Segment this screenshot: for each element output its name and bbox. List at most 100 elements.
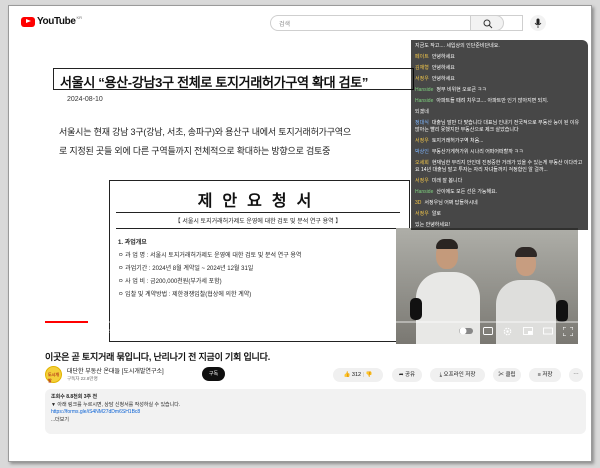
microphone-left [410, 298, 422, 320]
document-body: 서울시는 현재 강남 3구(강남, 서초, 송파구)와 용산구 내에서 토지거래… [59, 123, 419, 161]
chat-text: 정부 비위현 오로큰 ㅋㅋ [436, 87, 487, 93]
description-line: ▼ 아래 링크를 누르시면, 상담 신청서를 작성하실 수 있습니다. [51, 401, 181, 408]
playlist-add-icon: ≡ [537, 372, 541, 378]
chat-text: 대출님 말만 다 맞습니다 대표님 인내기 전국적으로 부동산 능이 된 이유 … [415, 120, 580, 133]
proposal-item: ㅇ 입찰 및 계약방법 : 제한경쟁입찰(협상에 의한 계약) [118, 292, 252, 298]
share-button[interactable]: ➦ 공유 [392, 368, 422, 382]
chat-message: 서정우 미래 잘 봅니다 [415, 178, 584, 185]
chat-message: 3D 서정우님 어쩌 답들하시네 [415, 200, 584, 207]
chat-message: Hanside 아파트들 때려 치우고.... 아파트만 인기 많아지면 되지. [415, 98, 584, 105]
more-actions-button[interactable]: ⋯ [569, 368, 583, 382]
settings-icon[interactable] [503, 327, 512, 336]
chat-message: 박상인 부동산가게허가위 시나리 어떠어떠할까 ㅋㅋ [415, 149, 584, 156]
show-more-link[interactable]: ...더보기 [51, 417, 580, 425]
chat-message: 서정우 알로 [415, 211, 584, 218]
channel-name[interactable]: 대단한 부동산 온대들 [도시개발연구소] [67, 366, 164, 375]
video-player[interactable]: 서울시 “용산-강남3구 전체로 토지거래허가구역 확대 검토” 2024-08… [39, 40, 588, 345]
chat-author: 서정우 [415, 138, 429, 144]
thumbs-down-icon[interactable]: 👎 [366, 372, 373, 378]
chat-author: Hanside [415, 87, 434, 93]
chat-text: 서정우님 어쩌 답들하시네 [424, 200, 478, 206]
avatar-text: 도시개발 [48, 372, 60, 383]
chat-message: Hanside 정부 비위현 오로큰 ㅋㅋ [415, 87, 584, 94]
more-icon: ⋯ [573, 372, 579, 378]
subscribe-button[interactable]: 구독 [202, 367, 225, 381]
chat-text: 되겠네 [415, 109, 429, 115]
document-date: 2024-08-10 [67, 96, 103, 103]
play-icon[interactable] [52, 327, 60, 336]
chat-message: 지금도 작고.... 세입상의 인단준비단네요. [415, 43, 584, 50]
save-button[interactable]: ≡ 저장 [529, 368, 561, 382]
miniplayer-icon[interactable] [523, 327, 533, 335]
chat-author: 페이트 [415, 54, 429, 60]
progress-fill [45, 321, 88, 323]
clip-button[interactable]: ✂ 클립 [493, 368, 521, 382]
chat-message: 김재형 안녕하세요 [415, 65, 584, 72]
download-icon: ⤓ [439, 372, 442, 378]
chat-message: 서정우 안녕하세요 [415, 76, 584, 83]
share-icon: ➦ [398, 372, 404, 378]
proposal-list: 1. 과업개요 ㅇ 과 업 명 : 서울시 토지거래허가제도 운영에 대한 검토… [118, 237, 301, 302]
theater-mode-icon[interactable] [543, 327, 553, 335]
autoplay-toggle-icon[interactable] [459, 327, 473, 335]
chat-text: 알로 [431, 211, 442, 217]
search-button[interactable] [470, 15, 504, 31]
chat-author: Hanside [415, 189, 434, 195]
subscriber-count: 구독자 22.8만명 [67, 376, 98, 381]
chat-author: 정대식 [415, 120, 429, 126]
thumbs-up-icon[interactable]: 👍 [344, 372, 351, 378]
like-dislike-buttons[interactable]: 👍 312 | 👎 [333, 368, 383, 382]
document-line: 로 지정된 곳들 외에 다른 구역들까지 전체적으로 확대하는 방향으로 검토중 [59, 146, 331, 156]
microphone-icon [534, 18, 542, 28]
voice-search-button[interactable] [530, 15, 546, 31]
clip-label: 클립 [505, 372, 516, 378]
chat-text: 부동산가게허가위 시나리 어떠어떠할까 ㅋㅋ [431, 149, 524, 155]
chat-text: 토지거래허가구역 처음... [431, 138, 484, 144]
proposal-title: 제안요청서 [197, 193, 322, 210]
play-logo-icon [21, 16, 35, 27]
description-box[interactable]: 조회수 8.8천회 3주 전 ▼ 아래 링크를 누르시면, 상담 신청서를 작성… [45, 389, 586, 434]
document-title: 서울시 “용산-강남3구 전체로 토지거래허가구역 확대 검토” [53, 68, 414, 90]
chat-text: 지금도 작고.... 세입상의 인단준비단네요. [415, 43, 500, 49]
logo-country: KR [76, 15, 83, 20]
chat-message: Hanside 산이에도 모든 선은 가능해요. [415, 189, 584, 196]
chat-message: 있는 안녕하세요! [415, 222, 584, 229]
chat-author: 3D [415, 200, 422, 206]
chat-text: 현재님한 무리지 안인데 진정중한 거래가 있을 수 있는게 부동산 이다라고요… [415, 160, 583, 173]
progress-bar[interactable] [45, 321, 582, 323]
document-line: 서울시는 현재 강남 3구(강남, 서초, 송파구)와 용산구 내에서 토지거래… [59, 127, 351, 137]
proposal-item: 1. 과업개요 [118, 240, 147, 246]
next-icon[interactable] [70, 327, 78, 336]
offline-save-button[interactable]: ⤓ 오프라인 저장 [430, 368, 485, 382]
chat-author: 김재형 [415, 65, 429, 71]
chat-author: 서정우 [415, 211, 429, 217]
chat-text: 산이에도 모든 선은 가능해요. [436, 189, 498, 195]
youtube-logo[interactable]: YouTube KR [21, 15, 83, 27]
chat-text: 안녕하세요 [431, 54, 455, 60]
proposal-item: ㅇ 과 업 명 : 서울시 토지거래허가제도 운영에 대한 검토 및 분석 연구… [118, 253, 302, 259]
live-chat-overlay: 지금도 작고.... 세입상의 인단준비단네요. 페이트 안녕하세요 김재형 안녕하세요… [411, 40, 588, 230]
like-count: 312 [351, 372, 362, 378]
proposal-box: 제안요청서 【 서울시 토지거래허가제도 운영에 대한 검토 및 분석 연구 용… [109, 180, 410, 342]
offline-label: 오프라인 저장 [443, 372, 476, 378]
channel-avatar[interactable]: 도시개발 [45, 366, 62, 383]
subtitles-icon[interactable] [483, 327, 493, 335]
chat-author: 오세희 [415, 160, 429, 166]
form-link[interactable]: https://forms.gle/iS4NM27dDm6SH1Bc8 [51, 409, 580, 417]
document-slide: 서울시 “용산-강남3구 전체로 토지거래허가구역 확대 검토” 2024-08… [39, 40, 414, 344]
chat-text: 안녕하세요 [431, 76, 455, 82]
proposal-subtitle: 【 서울시 토지거래허가제도 운영에 대한 검토 및 분석 연구 용역 】 [116, 212, 400, 229]
chat-message: 서정우 토지거래허가구역 처음... [415, 138, 584, 145]
time-current: 0:42 [100, 329, 110, 335]
fullscreen-icon[interactable] [563, 327, 573, 336]
share-label: 공유 [405, 372, 416, 378]
save-label: 저장 [542, 372, 553, 378]
volume-icon[interactable] [86, 327, 96, 336]
chat-message: 페이트 안녕하세요 [415, 54, 584, 61]
chat-text: 아파트들 때려 치우고.... 아파트만 인기 많아지면 되지. [436, 98, 549, 104]
chat-author: 서정우 [415, 178, 429, 184]
chat-text: 있는 안녕하세요! [415, 222, 450, 228]
chat-text: 미래 잘 봅니다 [431, 178, 463, 184]
time-total: 4:28 [113, 329, 124, 335]
chat-message: 되겠네 [415, 109, 584, 116]
